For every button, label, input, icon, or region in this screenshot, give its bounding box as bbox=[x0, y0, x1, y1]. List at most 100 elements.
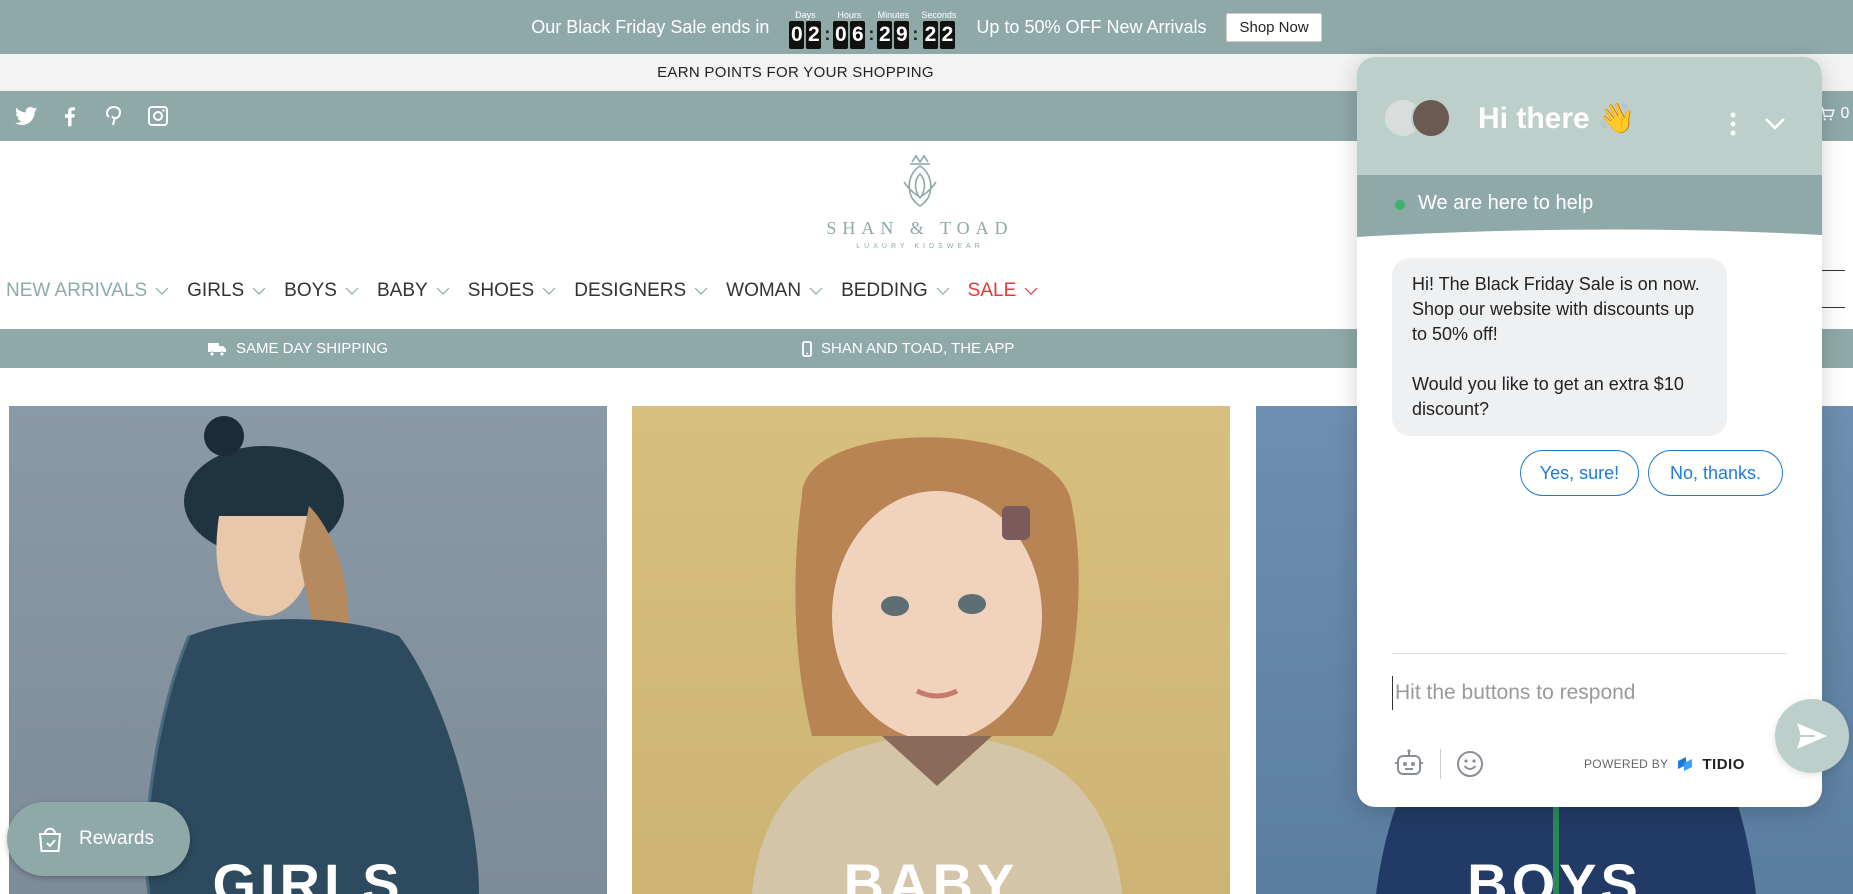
powered-by[interactable]: POWERED BY TIDIO bbox=[1584, 755, 1745, 773]
countdown-label: Hours bbox=[837, 9, 862, 20]
social-icons bbox=[14, 104, 170, 128]
yes-sure-button[interactable]: Yes, sure! bbox=[1520, 450, 1639, 496]
phone-icon bbox=[802, 340, 812, 357]
countdown-label: Minutes bbox=[877, 9, 910, 20]
nav-item-designers[interactable]: DESIGNERS bbox=[574, 280, 708, 302]
countdown-minutes: Minutes 29 bbox=[877, 9, 910, 49]
nav-item-shoes[interactable]: SHOES bbox=[468, 280, 557, 302]
countdown-digit: 9 bbox=[894, 20, 910, 49]
nav-item-bedding[interactable]: BEDDING bbox=[841, 280, 950, 302]
message-text: Hi! The Black Friday Sale is on now. Sho… bbox=[1412, 274, 1700, 344]
nav-label: WOMAN bbox=[726, 280, 802, 301]
twitter-icon[interactable] bbox=[14, 104, 38, 128]
more-options-icon[interactable] bbox=[1727, 110, 1739, 138]
countdown-digit: 2 bbox=[877, 20, 893, 49]
countdown-digit: 2 bbox=[806, 20, 822, 49]
chat-toolbar bbox=[1392, 747, 1485, 781]
chat-header: Hi there 👋 bbox=[1357, 57, 1822, 175]
countdown-digit: 0 bbox=[789, 20, 805, 49]
status-text: We are here to help bbox=[1418, 192, 1594, 214]
chevron-down-icon bbox=[694, 287, 708, 295]
rewards-launcher[interactable]: Rewards bbox=[7, 802, 190, 876]
nav-item-sale[interactable]: SALE bbox=[968, 280, 1039, 302]
tidio-logo-icon bbox=[1678, 757, 1693, 771]
shop-now-button[interactable]: Shop Now bbox=[1226, 12, 1322, 42]
offer-text: Up to 50% OFF New Arrivals bbox=[976, 16, 1207, 37]
toolbar-separator bbox=[1440, 749, 1441, 779]
agent-avatars bbox=[1383, 98, 1451, 138]
same-day-shipping[interactable]: SAME DAY SHIPPING bbox=[207, 340, 388, 357]
nav-item-girls[interactable]: GIRLS bbox=[187, 280, 266, 302]
nav-label: BOYS bbox=[284, 280, 337, 301]
page: Our Black Friday Sale ends in Days 02 : … bbox=[0, 0, 1853, 894]
chevron-down-icon bbox=[809, 287, 823, 295]
countdown-digit: 2 bbox=[939, 20, 955, 49]
chat-title: Hi there 👋 bbox=[1478, 102, 1636, 135]
cart-button[interactable]: 0 bbox=[1818, 105, 1849, 123]
countdown-timer: Days 02 : Hours 06 : Minutes 29 : Second… bbox=[789, 6, 956, 49]
announcement-bar: Our Black Friday Sale ends in Days 02 : … bbox=[0, 0, 1853, 54]
crest-icon bbox=[903, 154, 937, 207]
chevron-down-icon bbox=[1024, 287, 1038, 295]
powered-by-text: POWERED BY bbox=[1584, 757, 1669, 771]
truck-icon bbox=[208, 342, 226, 356]
nav-label: SHOES bbox=[467, 280, 535, 301]
nav-label: GIRLS bbox=[187, 280, 245, 301]
brand-name: SHAN & TOAD bbox=[826, 218, 1014, 238]
nav-item-new-arrivals[interactable]: NEW ARRIVALS bbox=[6, 280, 169, 302]
chevron-down-icon[interactable] bbox=[1764, 117, 1786, 131]
tile-label: BABY bbox=[843, 852, 1019, 894]
countdown-seconds: Seconds 22 bbox=[921, 10, 956, 49]
chevron-down-icon bbox=[936, 287, 950, 295]
shopping-bag-icon bbox=[38, 827, 62, 852]
no-thanks-button[interactable]: No, thanks. bbox=[1648, 450, 1783, 496]
countdown-digit: 6 bbox=[850, 20, 866, 49]
shipping-label: SAME DAY SHIPPING bbox=[236, 340, 388, 357]
nav-label: SALE bbox=[967, 280, 1017, 301]
tidio-brand: TIDIO bbox=[1702, 755, 1745, 773]
message-text: Would you like to get an extra $10 disco… bbox=[1412, 374, 1684, 419]
tile-label: BOYS bbox=[1467, 852, 1642, 894]
chevron-down-icon bbox=[436, 287, 450, 295]
earn-points-link[interactable]: EARN POINTS FOR YOUR SHOPPING bbox=[657, 64, 934, 81]
app-label: SHAN AND TOAD, THE APP bbox=[821, 340, 1015, 357]
online-indicator bbox=[1395, 200, 1405, 210]
emoji-icon[interactable] bbox=[1455, 749, 1485, 779]
bot-icon[interactable] bbox=[1392, 747, 1426, 781]
chevron-down-icon bbox=[155, 287, 169, 295]
divider bbox=[1392, 653, 1787, 654]
facebook-icon[interactable] bbox=[58, 104, 82, 128]
countdown-days: Days 02 bbox=[789, 9, 822, 49]
countdown-separator: : bbox=[912, 23, 919, 44]
chevron-down-icon bbox=[252, 287, 266, 295]
site-logo[interactable]: SHAN & TOAD LUXURY KIDSWEAR bbox=[820, 152, 1020, 250]
countdown-label: Days bbox=[795, 9, 816, 20]
brand-tagline: LUXURY KIDSWEAR bbox=[856, 243, 984, 250]
send-icon bbox=[1797, 723, 1827, 749]
countdown-separator: : bbox=[824, 23, 831, 44]
nav-label: BABY bbox=[376, 280, 428, 301]
avatar bbox=[1411, 98, 1451, 138]
chat-message: Hi! The Black Friday Sale is on now. Sho… bbox=[1392, 258, 1727, 436]
chat-message-input[interactable] bbox=[1392, 676, 1732, 710]
instagram-icon[interactable] bbox=[146, 104, 170, 128]
baby-photo bbox=[752, 437, 1122, 894]
countdown-digit: 2 bbox=[922, 20, 938, 49]
chevron-down-icon bbox=[345, 287, 359, 295]
countdown-digit: 0 bbox=[833, 20, 849, 49]
chevron-down-icon bbox=[542, 287, 556, 295]
app-link[interactable]: SHAN AND TOAD, THE APP bbox=[802, 340, 1014, 357]
pinterest-icon[interactable] bbox=[102, 104, 126, 128]
countdown-separator: : bbox=[868, 23, 875, 44]
nav-item-woman[interactable]: WOMAN bbox=[726, 280, 823, 302]
chat-widget: Hi there 👋 We are here to help Hi! The B… bbox=[1357, 57, 1822, 807]
nav-label: NEW ARRIVALS bbox=[6, 280, 148, 301]
send-button[interactable] bbox=[1775, 699, 1849, 773]
countdown-label: Seconds bbox=[921, 9, 957, 20]
category-tile-baby[interactable]: BABY bbox=[632, 406, 1230, 894]
nav-item-boys[interactable]: BOYS bbox=[284, 280, 359, 302]
nav-item-baby[interactable]: BABY bbox=[377, 280, 450, 302]
sale-ends-text: Our Black Friday Sale ends in bbox=[531, 16, 770, 37]
main-nav: NEW ARRIVALS GIRLS BOYS BABY SHOES DESIG… bbox=[6, 280, 1056, 302]
cart-count: 0 bbox=[1840, 105, 1850, 123]
